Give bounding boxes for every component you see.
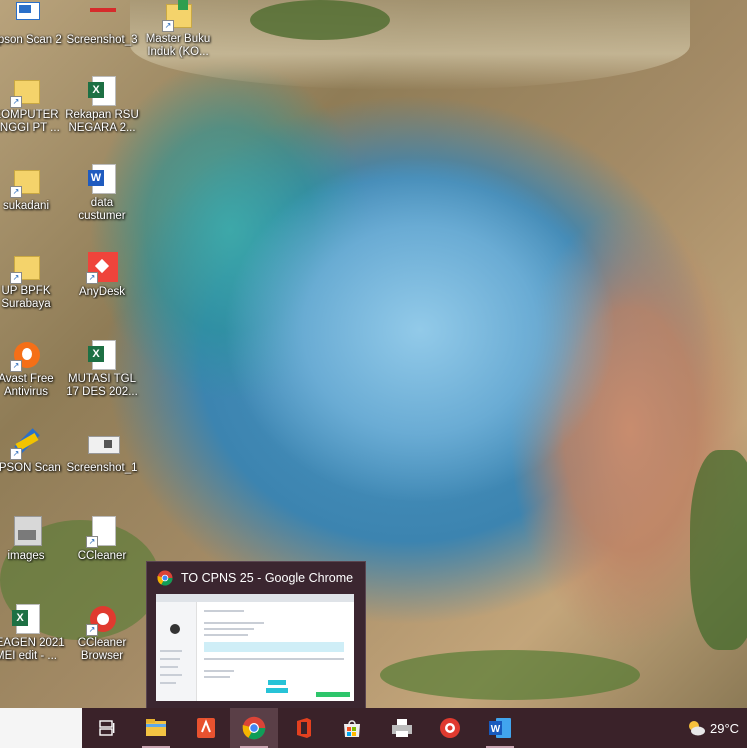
avast-icon: ↗ bbox=[10, 340, 40, 372]
desktop-icon-avast[interactable]: ↗ Avast Free Antivirus bbox=[0, 340, 66, 399]
desktop-icon-screenshot-3[interactable]: Screenshot_3 bbox=[62, 0, 142, 47]
desktop-icon-label: Master Buku Induk (KO... bbox=[145, 33, 211, 58]
taskbar-pdf-reader[interactable] bbox=[182, 708, 230, 748]
thumbnail-table bbox=[204, 642, 344, 652]
excel-file-icon: X bbox=[12, 604, 40, 634]
word-file-icon: W bbox=[88, 164, 116, 194]
desktop-icon-ccleaner-browser[interactable]: ↗ CCleaner Browser bbox=[62, 604, 142, 663]
taskbar-window-preview[interactable]: TO CPNS 25 - Google Chrome bbox=[146, 561, 366, 710]
desktop-icon-images[interactable]: images bbox=[0, 516, 66, 563]
desktop-icon-label: Rekapan RSU NEGARA 2... bbox=[65, 109, 139, 134]
desktop-icon-label: Screenshot_3 bbox=[66, 34, 138, 46]
store-icon bbox=[344, 720, 360, 737]
desktop-icon-mutasi[interactable]: X MUTASI TGL 17 DES 202... bbox=[62, 340, 142, 399]
pdf-icon bbox=[197, 718, 215, 738]
desktop-icon-label: Avast Free Antivirus bbox=[0, 373, 54, 398]
desktop-icon-label: Epson Scan 2 bbox=[0, 34, 62, 46]
image-file-icon bbox=[88, 0, 116, 30]
desktop-icon-label: KOMPUTER ANGGI PT ... bbox=[0, 109, 60, 134]
folder-icon bbox=[146, 719, 166, 736]
desktop-icon-master-buku-induk[interactable]: ↗ Master Buku Induk (KO... bbox=[138, 0, 218, 59]
taskbar-google-chrome[interactable] bbox=[230, 708, 278, 748]
taskbar-microsoft-store[interactable] bbox=[328, 708, 376, 748]
office-icon bbox=[297, 718, 311, 738]
anydesk-icon: ↗ bbox=[86, 252, 118, 284]
partly-sunny-icon bbox=[689, 721, 705, 736]
excel-file-icon: X bbox=[88, 340, 116, 370]
thumbnail-sidebar bbox=[156, 602, 197, 701]
desktop-icon-label: REAGEN 2021 MEI edit - ... bbox=[0, 637, 65, 662]
chrome-icon bbox=[157, 570, 173, 586]
ccleaner-browser-icon bbox=[440, 718, 460, 738]
folder-icon: ↗ bbox=[10, 166, 40, 198]
ccleaner-icon: ↗ bbox=[86, 516, 116, 548]
folder-icon: ↗ bbox=[10, 76, 40, 108]
taskbar-word[interactable]: W bbox=[476, 708, 524, 748]
excel-file-icon: X bbox=[88, 76, 116, 106]
desktop-icon-label: Screenshot_1 bbox=[66, 462, 138, 474]
desktop-icon-epson-scan[interactable]: ↗ EPSON Scan bbox=[0, 428, 66, 475]
desktop-icon-komputer-anggi[interactable]: ↗ KOMPUTER ANGGI PT ... bbox=[0, 76, 66, 135]
desktop-icon-rekapan-rsu[interactable]: X Rekapan RSU NEGARA 2... bbox=[62, 76, 142, 135]
desktop-icon-sukadani[interactable]: ↗ sukadani bbox=[0, 166, 66, 213]
wallpaper-vegetation bbox=[690, 450, 747, 650]
desktop-icon-anydesk[interactable]: ↗ AnyDesk bbox=[62, 252, 142, 299]
weather-temperature: 29°C bbox=[710, 720, 740, 736]
desktop-icon-label: CCleaner Browser bbox=[77, 637, 127, 662]
taskbar-file-explorer[interactable] bbox=[132, 708, 180, 748]
scanner-icon bbox=[12, 0, 40, 30]
desktop-icon-screenshot-1[interactable]: Screenshot_1 bbox=[62, 428, 142, 475]
taskbar-weather[interactable]: 29°C bbox=[686, 708, 739, 748]
image-file-icon bbox=[88, 428, 120, 458]
chrome-icon bbox=[242, 716, 266, 740]
desktop-icon-label: CCleaner bbox=[77, 550, 127, 562]
image-file-icon bbox=[12, 516, 42, 546]
taskbar-printer[interactable] bbox=[378, 708, 426, 748]
preview-title-bar: TO CPNS 25 - Google Chrome bbox=[157, 570, 353, 586]
taskbar-ccleaner-browser[interactable] bbox=[426, 708, 474, 748]
desktop-icon-label: data custumer bbox=[78, 197, 126, 222]
task-view-icon bbox=[99, 720, 115, 736]
desktop-icon-epson-scan-2[interactable]: Epson Scan 2 bbox=[0, 0, 66, 47]
desktop-icon-label: sukadani bbox=[2, 200, 50, 212]
folder-icon: ↗ bbox=[162, 0, 192, 32]
word-icon: W bbox=[489, 718, 511, 738]
taskbar-office[interactable] bbox=[280, 708, 328, 748]
wallpaper-vegetation bbox=[380, 650, 640, 700]
taskbar-search-box[interactable] bbox=[0, 708, 82, 748]
desktop-icon-label: EPSON Scan bbox=[0, 462, 61, 474]
wallpaper-vegetation bbox=[250, 0, 390, 40]
desktop-icon-reagen[interactable]: X REAGEN 2021 MEI edit - ... bbox=[0, 604, 66, 663]
desktop-icon-label: UP BPFK Surabaya bbox=[1, 285, 51, 310]
preview-title: TO CPNS 25 - Google Chrome bbox=[181, 571, 354, 585]
desktop-icon-label: images bbox=[7, 550, 45, 562]
preview-thumbnail[interactable] bbox=[156, 594, 354, 701]
ccleaner-browser-icon: ↗ bbox=[86, 604, 116, 636]
svg-text:W: W bbox=[491, 724, 501, 735]
printer-icon bbox=[392, 719, 412, 737]
desktop-icon-data-custumer[interactable]: W data custumer bbox=[62, 164, 142, 223]
taskbar: W 29°C bbox=[0, 708, 747, 748]
folder-icon: ↗ bbox=[10, 252, 40, 284]
desktop-icon-up-bpfk-surabaya[interactable]: ↗ UP BPFK Surabaya bbox=[0, 252, 66, 311]
desktop-icon-label: AnyDesk bbox=[78, 286, 126, 298]
taskbar-task-view[interactable] bbox=[82, 708, 130, 748]
desktop-icon-ccleaner[interactable]: ↗ CCleaner bbox=[62, 516, 142, 563]
scanner-icon: ↗ bbox=[10, 428, 40, 460]
thumbnail-browser-bar bbox=[156, 594, 354, 602]
desktop-icon-label: MUTASI TGL 17 DES 202... bbox=[66, 373, 138, 398]
